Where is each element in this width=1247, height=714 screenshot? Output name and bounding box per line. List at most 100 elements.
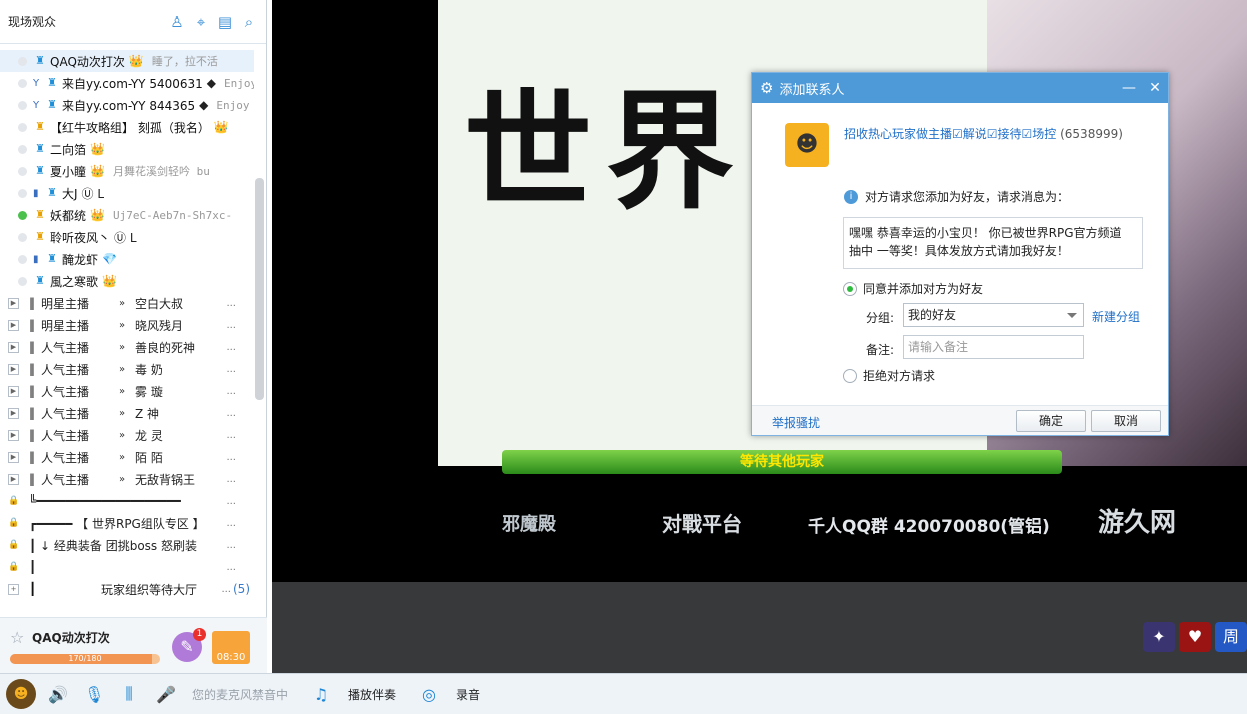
viewer-row[interactable]: ▮ ♜ 大J Ⓤ L [0, 182, 254, 204]
info-icon: i [844, 189, 858, 204]
channel-count: (5) [233, 582, 250, 596]
cancel-button[interactable]: 取消 [1091, 410, 1161, 432]
expand-icon[interactable]: ▶ [8, 451, 19, 463]
viewer-row[interactable]: Y ♜ 来自yy.com-YY 5400631◆ Enjoy Y [0, 72, 254, 94]
channel-row[interactable]: ▶ ‖ 人气主播 » 善良的死神... [0, 336, 254, 358]
record-icon[interactable]: ◎ [420, 685, 438, 704]
vip-icon: ♜ [35, 164, 45, 177]
user-icon[interactable]: ♙ [168, 13, 186, 31]
my-avatar[interactable]: ☻ [6, 679, 36, 709]
badge-icon: 👑 [90, 142, 105, 156]
channel-name: 晓风残月 [135, 318, 184, 333]
locked-channel-row[interactable]: 🔒 ┃ ↓ 经典装备 团挑boss 怒刷装... [0, 534, 254, 556]
channel-divider: ‖ [29, 406, 35, 420]
locked-channel-row[interactable]: 🔒 ┃... [0, 556, 254, 578]
report-link[interactable]: 举报骚扰 [772, 414, 820, 431]
vip-icon: ♜ [35, 274, 45, 287]
status-dot [18, 254, 27, 264]
expand-icon[interactable]: ▶ [8, 363, 19, 375]
channel-row[interactable]: ▶ ‖ 人气主播 » 无敌背锅王... [0, 468, 254, 490]
channel-row[interactable]: ▶ ‖ 人气主播 » 龙 灵... [0, 424, 254, 446]
requester-name-link[interactable]: 招收热心玩家做主播☑解说☑接待☑场控 (6538999) [844, 125, 1123, 142]
lobby-channel-row[interactable]: + ┃ 玩家组织等待大厅... (5) [0, 578, 254, 600]
expand-icon[interactable]: ▶ [8, 407, 19, 419]
wand-gift-icon[interactable]: ✦ [1143, 622, 1175, 652]
mixer-icon[interactable]: ⫼ [120, 684, 138, 704]
minimize-button[interactable]: — [1116, 80, 1142, 96]
accept-radio[interactable]: 同意并添加对方为好友 [843, 280, 983, 297]
channel-row[interactable]: ▶ ‖ 人气主播 » 陌 陌... [0, 446, 254, 468]
new-group-link[interactable]: 新建分组 [1092, 308, 1140, 325]
channel-name: ┃ [29, 560, 37, 574]
mic-disabled-icon: 🎤 [156, 684, 176, 704]
note-input[interactable] [903, 335, 1084, 359]
group-select[interactable]: 我的好友 [903, 303, 1084, 327]
expand-icon[interactable]: ▶ [8, 429, 19, 441]
viewer-row[interactable]: ♜ 夏小瞳 👑 月舞花溪剑轻吟 bu [0, 160, 254, 182]
badge-icon: 👑 [213, 120, 229, 134]
music-icon[interactable]: ♫ [312, 685, 330, 704]
locked-channel-row[interactable]: 🔒 ╚━━━━━━━━━━━━━━━━━━━━... [0, 490, 254, 512]
viewer-row[interactable]: ♜ 聆听夜风丶 Ⓤ L [0, 226, 254, 248]
badge-icon: 💎 [102, 252, 117, 266]
location-icon[interactable]: ⌖ [192, 13, 210, 31]
game-logo-text: 世界 [464, 77, 749, 227]
viewer-name: 二向箔 [50, 142, 87, 157]
treasure-chest-button[interactable]: 08:30 [212, 631, 250, 664]
expand-icon[interactable]: ▶ [8, 385, 19, 397]
viewer-row[interactable]: ▮ ♜ 醃龙虾 💎 [0, 248, 254, 270]
channel-row[interactable]: ▶ ‖ 人气主播 » 毒 奶... [0, 358, 254, 380]
request-message: 嘿嘿 恭喜幸运的小宝贝！ 你已被世界RPG官方频道 抽中 一等奖！具体发放方式请… [843, 217, 1143, 269]
locked-channel-row[interactable]: 🔒 ┏━━━━━ 【 世界RPG组队专区 】... [0, 512, 254, 534]
viewer-row[interactable]: ♜ 風之寒歌 👑 [0, 270, 254, 292]
group-value: 我的好友 [908, 308, 957, 322]
accept-radio-dot[interactable] [843, 281, 857, 296]
reject-radio[interactable]: 拒绝对方请求 [843, 367, 935, 384]
weekly-gift-icon[interactable]: 周 [1215, 622, 1247, 652]
badge-icon: 👑 [102, 274, 117, 288]
expand-icon[interactable]: + [8, 583, 19, 595]
mic-muted-icon[interactable]: 🎙 [84, 685, 104, 704]
reject-label: 拒绝对方请求 [863, 369, 936, 383]
accompany-button[interactable]: 播放伴奏 [348, 686, 396, 703]
mark-icon: Y [33, 77, 40, 89]
channel-row[interactable]: ▶ ‖ 明星主播 » 空白大叔... [0, 292, 254, 314]
audience-title: 现场观众 [8, 15, 57, 29]
viewer-row[interactable]: ♜ QAQ动次打次 👑 睡了，拉不活 [0, 50, 254, 72]
scrollbar[interactable] [255, 178, 264, 400]
channel-row[interactable]: ▶ ‖ 明星主播 » 晓风残月... [0, 314, 254, 336]
search-icon[interactable]: ⌕ [240, 13, 258, 31]
channel-row[interactable]: ▶ ‖ 人气主播 » 雾 璇... [0, 380, 254, 402]
viewer-row[interactable]: ♜ 二向箔 👑 [0, 138, 254, 160]
record-button[interactable]: 录音 [456, 686, 480, 703]
channel-row[interactable]: ▶ ‖ 人气主播 » Z 神... [0, 402, 254, 424]
channel-divider: ‖ [29, 450, 35, 464]
accept-label: 同意并添加对方为好友 [863, 282, 984, 296]
viewer-row[interactable]: ♜ 【红牛攻略组】 刻孤（我名） 👑 [0, 116, 254, 138]
exp-text: 170/180 [68, 654, 102, 663]
reject-radio-dot[interactable] [843, 368, 857, 383]
expand-icon[interactable]: ▶ [8, 341, 19, 353]
heart-gift-icon[interactable]: ♥ [1179, 622, 1211, 652]
expand-icon[interactable]: ▶ [8, 297, 19, 309]
channel-name: 善良的死神 [135, 340, 196, 355]
channel-divider: ‖ [29, 296, 35, 310]
channel-dots: ... [226, 429, 236, 441]
double-arrow-icon: » [119, 385, 126, 397]
list-edit-icon[interactable]: ▤ [216, 13, 234, 31]
channel-name: 陌 陌 [135, 450, 163, 465]
double-arrow-icon: » [119, 363, 126, 375]
expand-icon[interactable]: ▶ [8, 473, 19, 485]
notification-badge: 1 [193, 628, 206, 641]
viewer-name: 来自yy.com-YY 5400631 [62, 76, 203, 91]
viewer-name: 聆听夜风丶 [50, 230, 111, 245]
status-dot [18, 232, 27, 242]
gift-list: ✦ ♥ 周 [1139, 622, 1247, 652]
ok-button[interactable]: 确定 [1016, 410, 1086, 432]
volume-icon[interactable]: 🔊 [48, 685, 68, 704]
close-button[interactable]: ✕ [1142, 80, 1168, 96]
expand-icon[interactable]: ▶ [8, 319, 19, 331]
viewer-row[interactable]: ♜ 妖都统 👑 Uj7eC-Aeb7n-Sh7xc- [0, 204, 254, 226]
viewer-row[interactable]: Y ♜ 来自yy.com-YY 844365◆ Enjoy Y [0, 94, 254, 116]
lock-icon: 🔒 [8, 561, 20, 572]
